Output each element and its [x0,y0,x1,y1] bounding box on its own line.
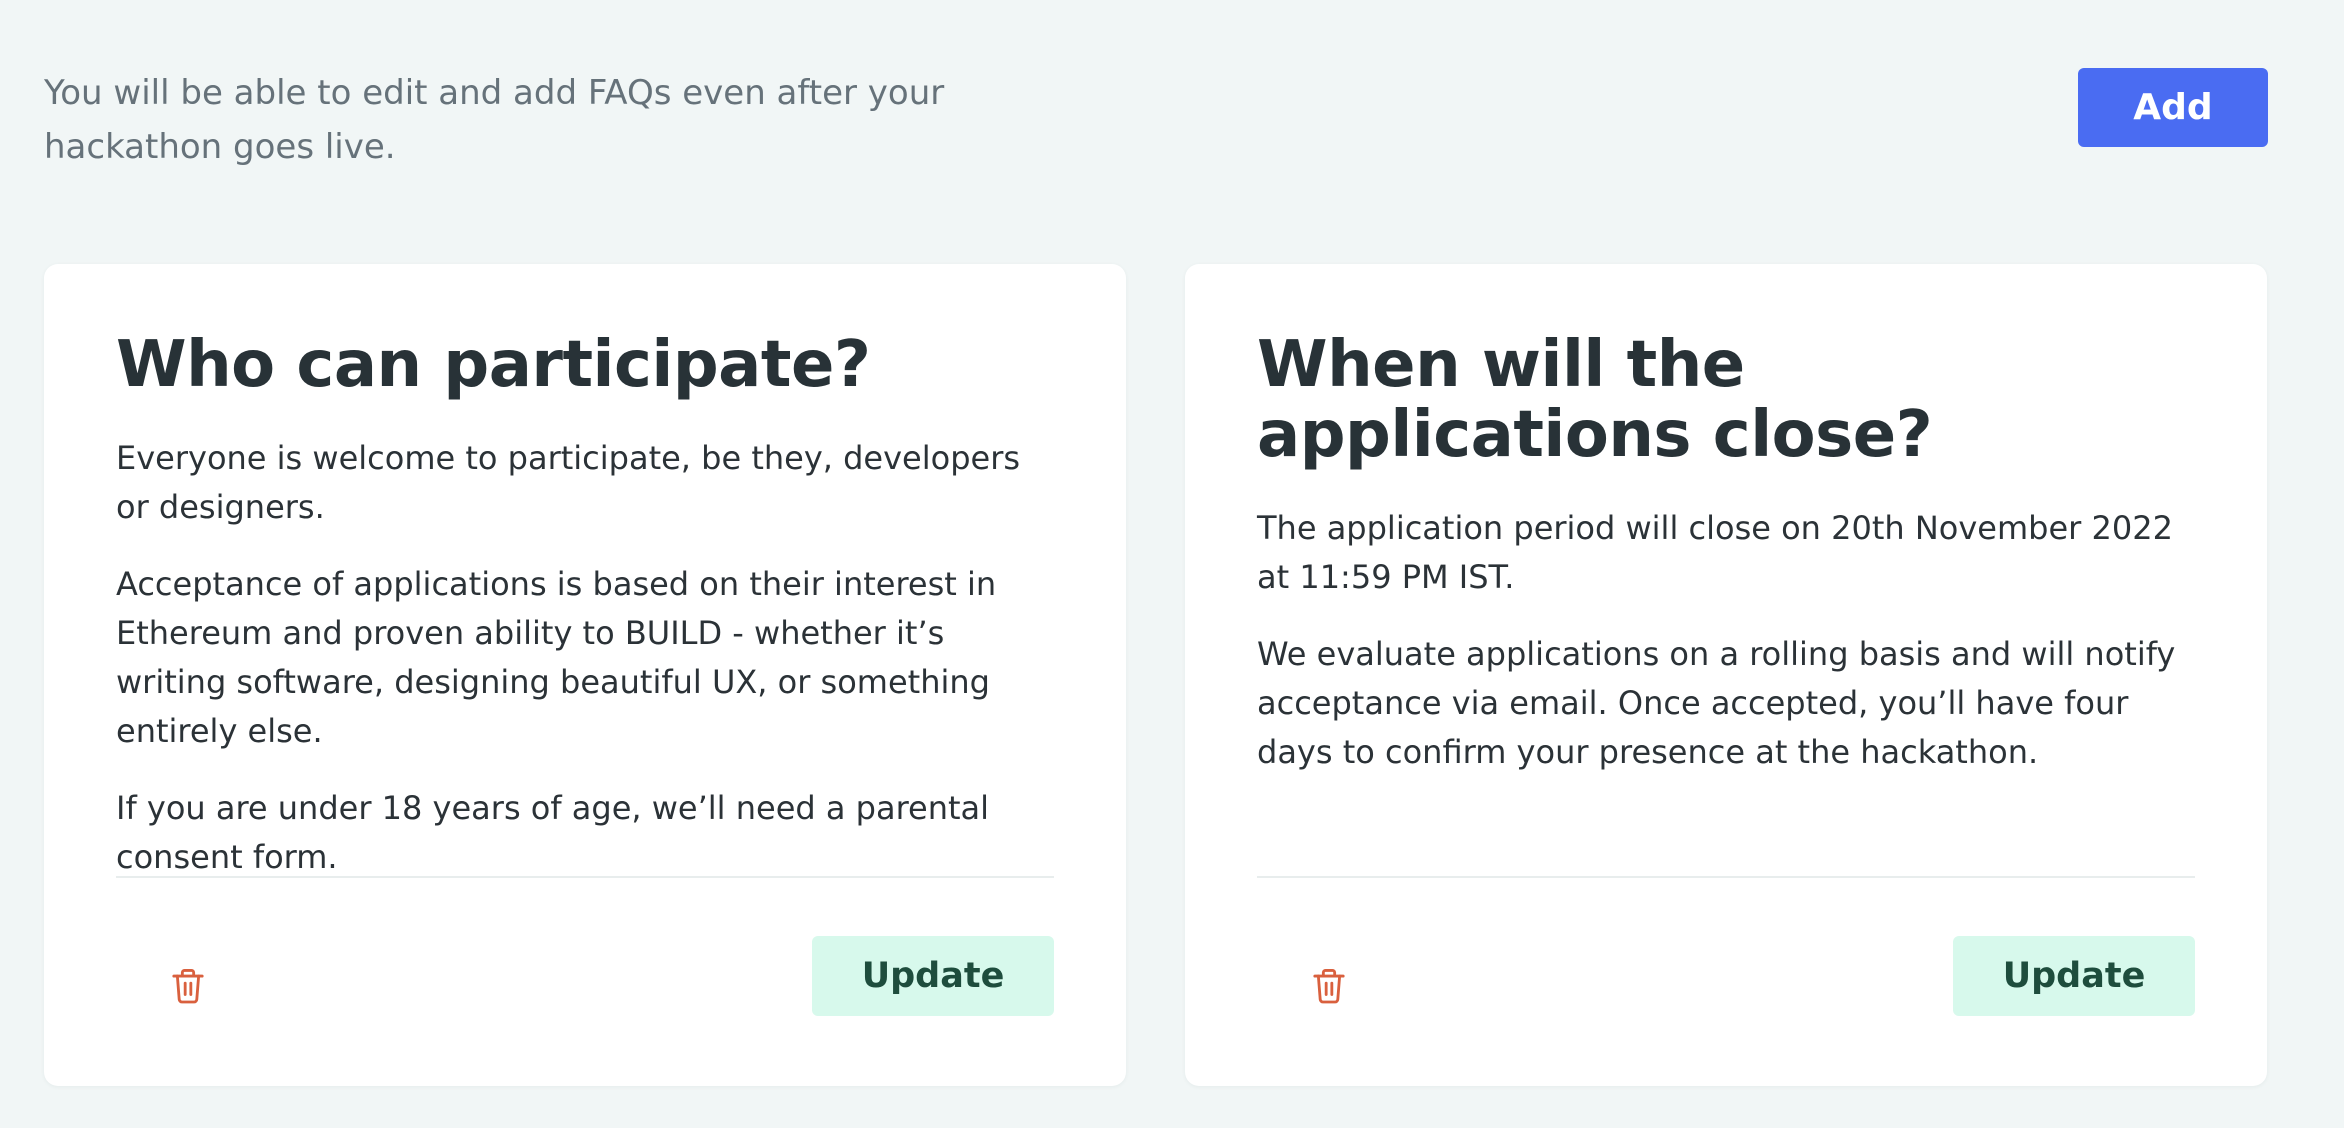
add-faq-button[interactable]: Add [2078,68,2268,147]
faq-answer-paragraph: If you are under 18 years of age, we’ll … [116,789,990,876]
update-faq-button[interactable]: Update [812,936,1054,1016]
faq-card: Who can participate? Everyone is welcome… [44,264,1126,1086]
card-divider [1257,876,2195,878]
faq-intro-text: You will be able to edit and add FAQs ev… [44,73,945,167]
trash-icon [1313,969,1345,1004]
faq-card: When will the applications close? The ap… [1185,264,2267,1086]
faq-answer-paragraph: The application period will close on 20t… [1257,509,2173,596]
delete-faq-button[interactable] [156,954,220,1018]
faq-answer-paragraph: We evaluate applications on a rolling ba… [1257,635,2176,771]
delete-faq-button[interactable] [1297,954,1361,1018]
faq-question: Who can participate? [116,328,871,402]
faq-answer-paragraph: Acceptance of applications is based on t… [116,565,997,750]
card-divider [116,876,1054,878]
faq-answer-paragraph: Everyone is welcome to participate, be t… [116,439,1021,526]
trash-icon [172,969,204,1004]
faq-question: When will the applications close? [1257,328,1933,472]
update-faq-button[interactable]: Update [1953,936,2195,1016]
faq-card-content: Who can participate? Everyone is welcome… [116,330,1054,910]
faq-card-content: When will the applications close? The ap… [1257,330,2195,805]
faq-settings-page: You will be able to edit and add FAQs ev… [0,0,2344,1128]
